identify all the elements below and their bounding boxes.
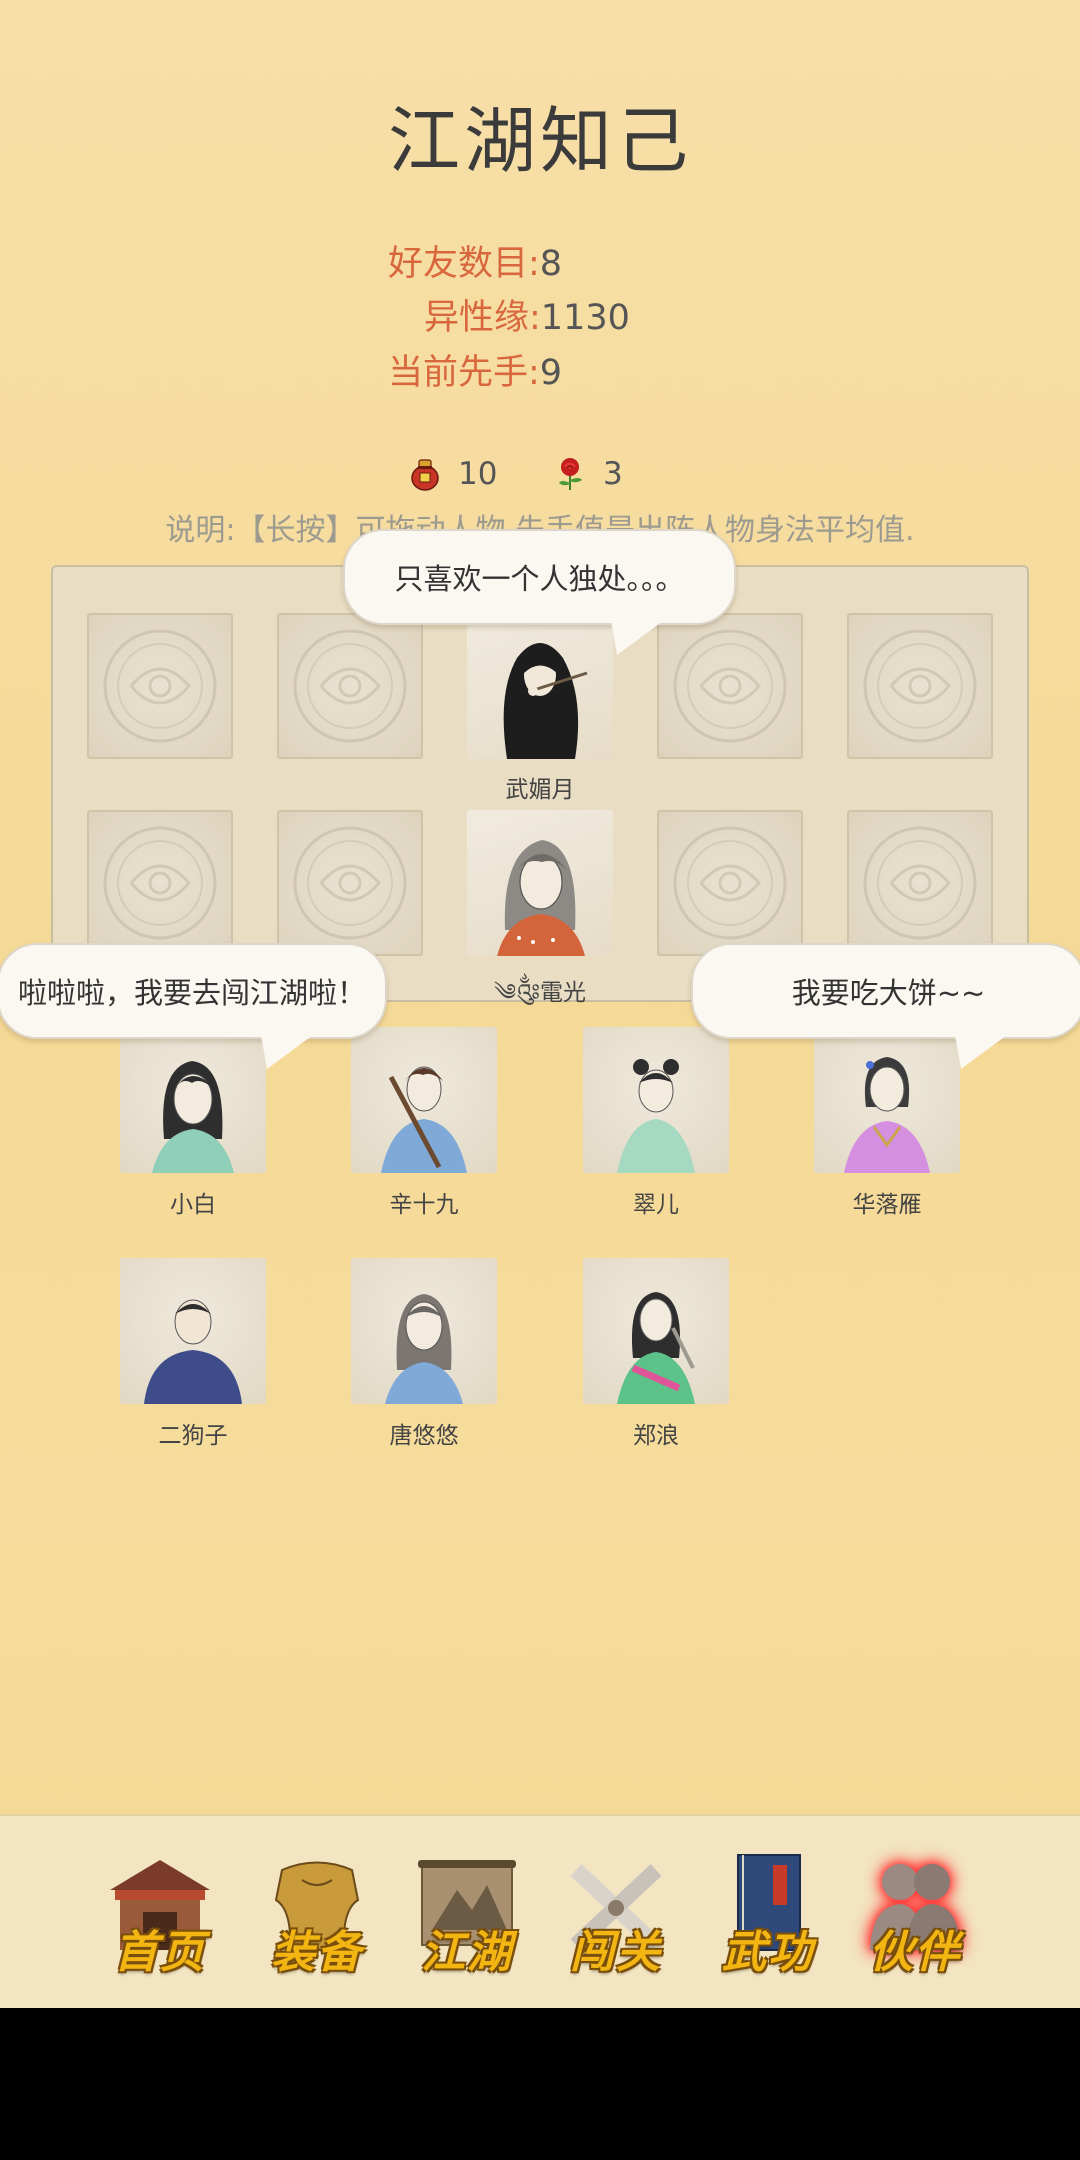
speech-text: 我要吃大饼~~: [791, 976, 986, 1010]
page-title: 江湖知己: [387, 99, 692, 183]
seal-pattern-icon: [293, 629, 407, 743]
avatar: [583, 1027, 729, 1173]
friend-count-label: 好友数目:: [388, 244, 540, 284]
friend-card[interactable]: 二狗子: [120, 1258, 266, 1450]
empty-slot[interactable]: [847, 613, 993, 759]
nav-martial-arts[interactable]: 武功: [705, 1850, 831, 1980]
partner-screen: 江湖知己 好友数目:8 异性缘:1130 当前先手:9 10 3 武媚月 ༄༂電…: [0, 0, 1080, 2008]
seal-pattern-icon: [863, 629, 977, 743]
seal-pattern-icon: [103, 629, 217, 743]
friend-card[interactable]: 辛十九: [351, 1027, 497, 1219]
avatar: [814, 1027, 960, 1173]
rose-count: 3: [603, 456, 623, 492]
friend-name: 唐悠悠: [389, 1423, 459, 1449]
bubble-tail: [955, 1035, 1007, 1069]
friend-card[interactable]: 翠儿: [583, 1027, 729, 1219]
bubble-tail: [611, 621, 663, 655]
wine-item[interactable]: 10: [410, 452, 497, 496]
friend-count-value: 8: [539, 244, 563, 284]
seal-pattern-icon: [863, 826, 977, 940]
system-navigation-bar: [0, 2008, 1080, 2160]
wine-count: 10: [458, 456, 498, 492]
friend-name: 小白: [170, 1192, 216, 1218]
seal-pattern-icon: [673, 826, 787, 940]
portrait-icon: [844, 1057, 930, 1173]
seal-pattern-icon: [293, 826, 407, 940]
avatar: [351, 1027, 497, 1173]
avatar: [120, 1027, 266, 1173]
nav-equipment-label: 装备: [271, 1927, 363, 1978]
seal-pattern-icon: [673, 629, 787, 743]
slot-portrait-dianguang[interactable]: [467, 810, 613, 956]
friend-card[interactable]: 唐悠悠: [351, 1258, 497, 1450]
slot-name-1: 武媚月: [505, 777, 575, 803]
speech-bubble: 只喜欢一个人独处。。。: [343, 529, 736, 655]
portrait-icon: [152, 1061, 234, 1173]
slot-name-2: ༄༂電光: [493, 980, 587, 1006]
portrait-icon: [144, 1299, 242, 1404]
avatar: [120, 1258, 266, 1404]
initiative-label: 当前先手:: [388, 353, 540, 393]
charm-value: 1130: [540, 298, 630, 338]
empty-slot[interactable]: [87, 810, 233, 956]
friend-card[interactable]: 小白: [120, 1027, 266, 1219]
bottom-navigation: 首页 装备 江湖 闯关 武功 伙伴: [0, 1814, 1080, 2008]
nav-jianghu-label: 江湖: [421, 1927, 513, 1978]
empty-slot[interactable]: [87, 613, 233, 759]
speech-text: 啦啦啦，我要去闯江湖啦！: [17, 976, 366, 1010]
speech-text: 只喜欢一个人独处。。。: [394, 562, 685, 596]
slot-portrait-wu-meiyue[interactable]: [467, 613, 613, 759]
avatar: [351, 1258, 497, 1404]
empty-slot[interactable]: [657, 810, 803, 956]
nav-home-label: 首页: [114, 1927, 206, 1978]
initiative-stat: 当前先手:9: [388, 349, 562, 397]
rose-icon: [559, 458, 582, 490]
empty-slot[interactable]: [657, 613, 803, 759]
nav-equipment[interactable]: 装备: [254, 1850, 380, 1980]
nav-stage-label: 闯关: [570, 1927, 662, 1978]
seal-pattern-icon: [103, 826, 217, 940]
portrait-icon: [503, 643, 588, 759]
wine-jar-icon: [411, 459, 439, 491]
portrait-icon: [617, 1059, 695, 1173]
nav-martial-arts-label: 武功: [722, 1927, 814, 1978]
friend-card[interactable]: 郑浪: [583, 1258, 729, 1450]
nav-partner[interactable]: 伙伴: [852, 1850, 978, 1980]
formation-board: 武媚月 ༄༂電光: [51, 565, 1029, 1006]
avatar: [583, 1258, 729, 1404]
portrait-icon: [497, 840, 585, 956]
friend-count-stat: 好友数目:8: [388, 240, 562, 288]
nav-home[interactable]: 首页: [97, 1850, 223, 1980]
friend-name: 二狗子: [158, 1423, 228, 1449]
portrait-icon: [617, 1292, 695, 1404]
portrait-icon: [385, 1294, 463, 1404]
charm-stat: 异性缘:1130: [424, 294, 630, 342]
charm-label: 异性缘:: [424, 298, 541, 338]
friend-name: 郑浪: [633, 1423, 679, 1449]
empty-slot[interactable]: [277, 810, 423, 956]
rose-item[interactable]: 3: [555, 452, 623, 496]
empty-slot[interactable]: [847, 810, 993, 956]
speech-bubble: 我要吃大饼~~: [691, 943, 1080, 1069]
speech-bubble: 啦啦啦，我要去闯江湖啦！: [0, 943, 387, 1069]
friend-name: 辛十九: [389, 1192, 459, 1218]
nav-partner-label: 伙伴: [869, 1927, 961, 1978]
friend-name: 翠儿: [633, 1192, 679, 1218]
nav-stage[interactable]: 闯关: [553, 1850, 679, 1980]
friend-card[interactable]: 华落雁: [814, 1027, 960, 1219]
initiative-value: 9: [539, 353, 563, 393]
nav-jianghu[interactable]: 江湖: [404, 1850, 530, 1980]
bubble-tail: [261, 1035, 313, 1069]
empty-slot[interactable]: [277, 613, 423, 759]
friend-name: 华落雁: [852, 1192, 922, 1218]
portrait-icon: [381, 1066, 467, 1173]
inventory-items: 10 3: [0, 452, 1080, 496]
